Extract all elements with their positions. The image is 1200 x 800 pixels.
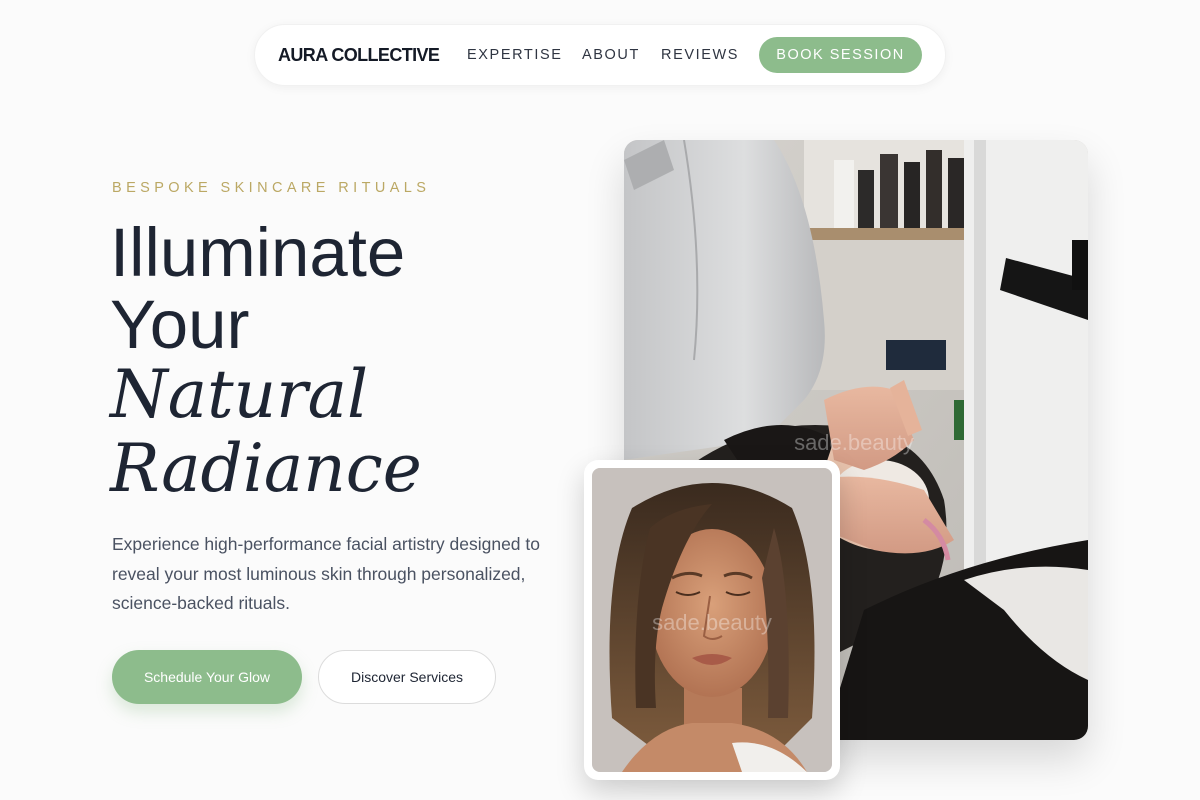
- headline-line-4: Radiance: [110, 430, 422, 507]
- headline-line-1: Illuminate: [110, 214, 406, 291]
- hero-description: Experience high-performance facial artis…: [112, 534, 540, 613]
- headline-line-3: Natural: [110, 356, 369, 433]
- top-nav: AURA COLLECTIVE EXPERTISE ABOUT REVIEWS …: [254, 24, 946, 86]
- nav-link-reviews[interactable]: REVIEWS: [661, 47, 739, 63]
- discover-services-button[interactable]: Discover Services: [318, 650, 496, 704]
- book-session-button[interactable]: BOOK SESSION: [759, 37, 922, 73]
- image-watermark: sade.beauty: [794, 430, 914, 455]
- portrait-watermark: sade.beauty: [652, 610, 772, 635]
- portrait-photo: sade.beauty: [592, 468, 832, 772]
- portrait-photo-frame: sade.beauty: [584, 460, 840, 780]
- nav-link-expertise[interactable]: EXPERTISE: [467, 47, 563, 63]
- brand-logo[interactable]: AURA COLLECTIVE: [278, 45, 440, 66]
- hero-eyebrow: BESPOKE SKINCARE RITUALS: [112, 180, 431, 196]
- headline-line-2: Your: [110, 286, 250, 363]
- schedule-glow-button[interactable]: Schedule Your Glow: [112, 650, 302, 704]
- nav-link-about[interactable]: ABOUT: [582, 47, 640, 63]
